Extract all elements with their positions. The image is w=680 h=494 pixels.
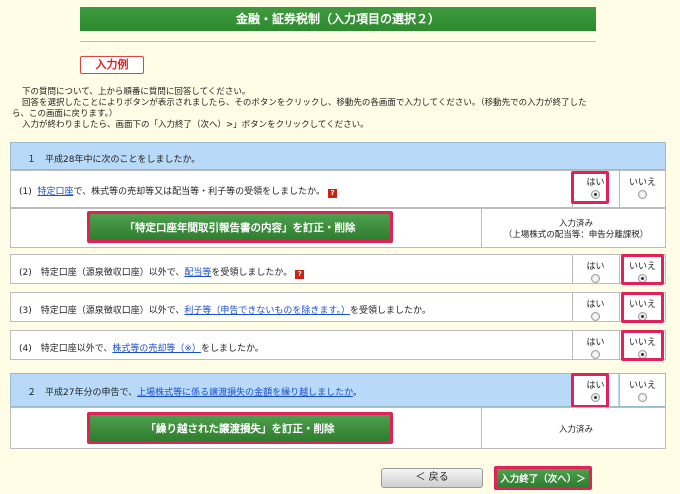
instruction-line: 回答を選択したことによりボタンが表示されましたら、そのボタンをクリックし、移動先… xyxy=(22,98,587,108)
input-example-button[interactable]: 入力例 xyxy=(80,56,144,74)
highlight-frame xyxy=(621,292,664,323)
instruction-line: ら、この画面に戻ります。） xyxy=(12,109,118,119)
question-row-1: (1) 特定口座で、株式等の売却等又は配当等・利子等の受領をしましたか。? はい… xyxy=(10,170,666,208)
tokutei-koza-link[interactable]: 特定口座 xyxy=(37,187,73,197)
section1-title: １ 平成28年中に次のことをしましたか。 xyxy=(27,155,201,165)
help-icon[interactable]: ? xyxy=(295,270,305,279)
haitou-link[interactable]: 配当等 xyxy=(184,268,211,278)
question-row-2: (2) 特定口座（源泉徴収口座）以外で、配当等を受領しましたか。? はい いいえ xyxy=(10,254,666,284)
instruction-line: 入力が終わりましたら、画面下の「入力終了（次へ）>」ボタンをクリックしてください… xyxy=(22,120,369,130)
help-icon[interactable]: ? xyxy=(327,189,337,198)
no-radio[interactable] xyxy=(638,190,647,199)
kabushiki-link[interactable]: 株式等の売却等（※） xyxy=(112,344,201,354)
carryover-loss-link[interactable]: 上場株式等に係る譲渡損失の金額を繰り越しましたか xyxy=(137,388,353,398)
highlight-frame xyxy=(621,254,664,285)
page-title: 金融・証券税制（入力項目の選択２） xyxy=(235,12,440,26)
no-radio[interactable] xyxy=(638,393,647,402)
status-text: 入力済み （上場株式の配当等：申告分離課税） xyxy=(503,219,649,240)
no-choice[interactable]: いいえ xyxy=(619,171,665,207)
highlight-frame xyxy=(571,171,609,204)
edit-tokutei-report-button[interactable]: 「特定口座年間取引報告書の内容」を訂正・削除 xyxy=(87,211,393,243)
question-row-4: (4) 特定口座以外で、株式等の売却等（※）をしましたか。 はい いいえ xyxy=(10,330,666,360)
instructions: 下の質問について、上から順番に質問に回答してください。 回答を選択したことにより… xyxy=(12,87,672,131)
section1-header: １ 平成28年中に次のことをしましたか。 xyxy=(10,142,666,170)
yes-choice[interactable]: はい xyxy=(572,255,618,283)
highlight-frame xyxy=(571,373,609,408)
highlight-frame xyxy=(621,330,664,361)
yes-choice[interactable]: はい xyxy=(572,293,618,321)
yes-choice[interactable]: はい xyxy=(572,331,618,359)
edit-carryover-loss-button[interactable]: 「繰り越された譲渡損失」を訂正・削除 xyxy=(87,412,393,444)
question-row-3: (3) 特定口座（源泉徴収口座）以外で、利子等（申告できないものを除きます。）を… xyxy=(10,292,666,322)
section2-row: ２ 平成27年分の申告で、上場株式等に係る譲渡損失の金額を繰り越しましたか。 は… xyxy=(10,373,666,407)
no-choice[interactable]: いいえ xyxy=(619,374,665,406)
instruction-line: 下の質問について、上から順番に質問に回答してください。 xyxy=(22,87,251,97)
divider xyxy=(80,41,596,42)
no-label: いいえ xyxy=(628,178,656,188)
page-title-bar: 金融・証券税制（入力項目の選択２） xyxy=(80,7,596,31)
status-text: 入力済み xyxy=(558,425,593,435)
rishi-link[interactable]: 利子等（申告できないものを除きます。） xyxy=(184,306,350,316)
finish-input-next-button[interactable]: 入力終了（次へ）＞ xyxy=(494,466,592,490)
yes-radio[interactable] xyxy=(591,274,600,283)
question-number: (1) xyxy=(19,187,32,197)
yes-radio[interactable] xyxy=(591,312,600,321)
yes-radio[interactable] xyxy=(591,350,600,359)
question-text: で、株式等の売却等又は配当等・利子等の受領をしましたか。 xyxy=(73,187,325,197)
back-button[interactable]: ＜ 戻る xyxy=(381,468,483,488)
